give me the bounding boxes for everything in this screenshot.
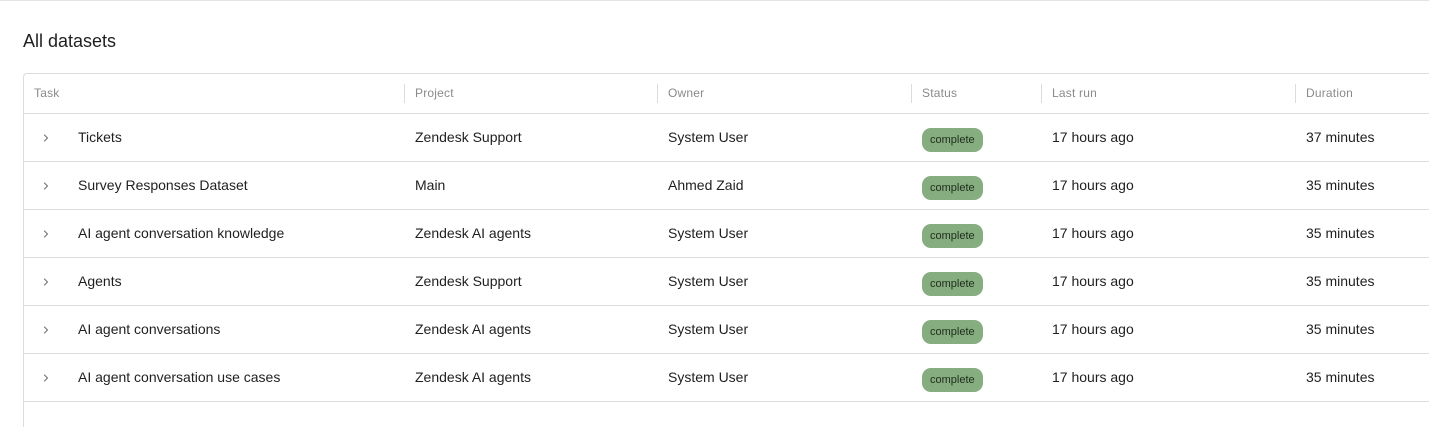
column-separator bbox=[1041, 84, 1042, 103]
owner-name: System User bbox=[668, 225, 749, 241]
column-header-last-run-label: Last run bbox=[1052, 86, 1097, 100]
status-badge: complete bbox=[922, 320, 983, 344]
column-header-owner-label: Owner bbox=[668, 86, 705, 100]
last-run: 17 hours ago bbox=[1052, 369, 1134, 385]
duration: 35 minutes bbox=[1306, 321, 1375, 337]
table-row[interactable]: AI agent conversations Zendesk AI agents… bbox=[24, 306, 1429, 354]
task-name: AI agent conversations bbox=[78, 321, 221, 337]
task-name: Tickets bbox=[78, 129, 122, 145]
column-separator bbox=[1295, 84, 1296, 103]
status-badge: complete bbox=[922, 272, 983, 296]
datasets-table: Task Project Owner Status Last run Durat… bbox=[23, 73, 1429, 427]
column-header-status-label: Status bbox=[922, 86, 958, 100]
owner-name: System User bbox=[668, 321, 749, 337]
column-header-duration-label: Duration bbox=[1306, 86, 1353, 100]
project-name: Main bbox=[415, 177, 446, 193]
project-name: Zendesk Support bbox=[415, 129, 522, 145]
table-row[interactable]: AI agent conversation knowledge Zendesk … bbox=[24, 210, 1429, 258]
chevron-right-icon[interactable] bbox=[40, 276, 52, 288]
chevron-right-icon[interactable] bbox=[40, 132, 52, 144]
last-run: 17 hours ago bbox=[1052, 321, 1134, 337]
column-header-status[interactable]: Status bbox=[911, 74, 958, 113]
last-run: 17 hours ago bbox=[1052, 129, 1134, 145]
owner-name: Ahmed Zaid bbox=[668, 177, 744, 193]
duration: 35 minutes bbox=[1306, 369, 1375, 385]
table-row[interactable]: AI agent conversation use cases Zendesk … bbox=[24, 354, 1429, 402]
column-header-duration[interactable]: Duration bbox=[1295, 74, 1353, 113]
top-divider bbox=[0, 0, 1429, 1]
status-badge: complete bbox=[922, 176, 983, 200]
column-header-owner[interactable]: Owner bbox=[657, 74, 705, 113]
column-header-task[interactable]: Task bbox=[34, 74, 59, 113]
column-separator bbox=[657, 84, 658, 103]
column-separator bbox=[911, 84, 912, 103]
chevron-right-icon[interactable] bbox=[40, 324, 52, 336]
duration: 37 minutes bbox=[1306, 129, 1375, 145]
duration: 35 minutes bbox=[1306, 177, 1375, 193]
column-separator bbox=[404, 84, 405, 103]
task-name: Survey Responses Dataset bbox=[78, 177, 248, 193]
column-header-last-run[interactable]: Last run bbox=[1041, 74, 1097, 113]
task-name: Agents bbox=[78, 273, 122, 289]
project-name: Zendesk AI agents bbox=[415, 321, 531, 337]
table-row[interactable]: Tickets Zendesk Support System User comp… bbox=[24, 114, 1429, 162]
column-header-project[interactable]: Project bbox=[404, 74, 454, 113]
chevron-right-icon[interactable] bbox=[40, 372, 52, 384]
owner-name: System User bbox=[668, 369, 749, 385]
chevron-right-icon[interactable] bbox=[40, 228, 52, 240]
last-run: 17 hours ago bbox=[1052, 273, 1134, 289]
last-run: 17 hours ago bbox=[1052, 225, 1134, 241]
task-name: AI agent conversation knowledge bbox=[78, 225, 285, 241]
owner-name: System User bbox=[668, 273, 749, 289]
duration: 35 minutes bbox=[1306, 225, 1375, 241]
task-name: AI agent conversation use cases bbox=[78, 369, 281, 385]
project-name: Zendesk AI agents bbox=[415, 369, 531, 385]
status-badge: complete bbox=[922, 368, 983, 392]
last-run: 17 hours ago bbox=[1052, 177, 1134, 193]
owner-name: System User bbox=[668, 129, 749, 145]
chevron-right-icon[interactable] bbox=[40, 180, 52, 192]
table-header: Task Project Owner Status Last run Durat… bbox=[24, 74, 1429, 114]
project-name: Zendesk AI agents bbox=[415, 225, 531, 241]
column-header-project-label: Project bbox=[415, 86, 454, 100]
project-name: Zendesk Support bbox=[415, 273, 522, 289]
status-badge: complete bbox=[922, 128, 983, 152]
page-title: All datasets bbox=[23, 31, 117, 51]
status-badge: complete bbox=[922, 224, 983, 248]
table-row[interactable]: Agents Zendesk Support System User compl… bbox=[24, 258, 1429, 306]
table-row[interactable]: Survey Responses Dataset Main Ahmed Zaid… bbox=[24, 162, 1429, 210]
duration: 35 minutes bbox=[1306, 273, 1375, 289]
